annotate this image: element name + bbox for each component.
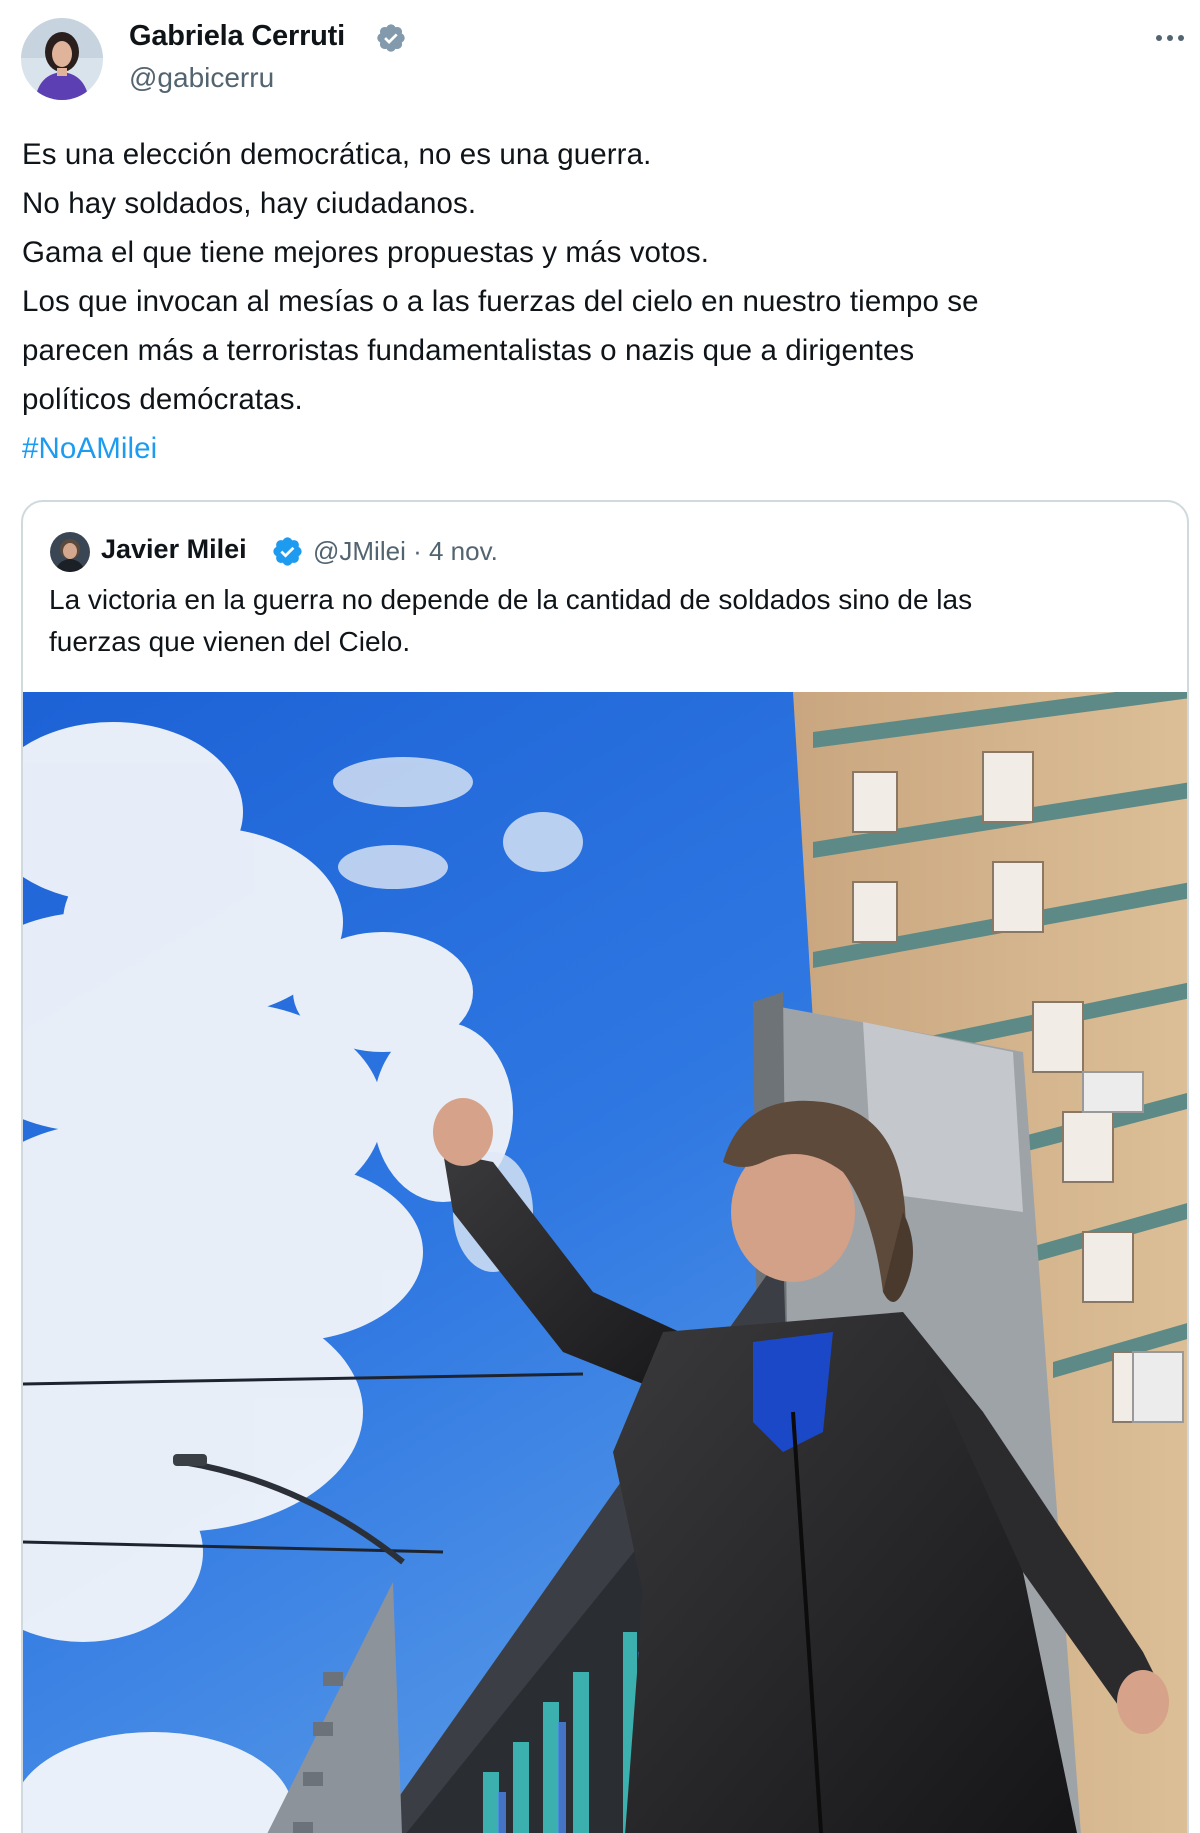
quoted-author-name[interactable]: Javier Milei bbox=[101, 534, 247, 565]
hashtag-link[interactable]: #NoAMilei bbox=[22, 424, 1187, 473]
tweet-line: Los que invocan al mesías o a las fuerza… bbox=[22, 285, 979, 318]
tweet-line: Es una elección democrática, no es una g… bbox=[22, 138, 652, 171]
quoted-line: fuerzas que vienen del Cielo. bbox=[49, 626, 411, 657]
verified-badge-icon bbox=[377, 24, 405, 52]
quoted-author-avatar[interactable] bbox=[50, 532, 90, 572]
meta-separator: · bbox=[413, 536, 422, 566]
quoted-author-handle[interactable]: @JMilei bbox=[313, 536, 406, 566]
quoted-line: La victoria en la guerra no depende de l… bbox=[49, 584, 973, 615]
quoted-media-image[interactable] bbox=[23, 692, 1187, 1833]
tweet-text: Es una elección democrática, no es una g… bbox=[22, 130, 1187, 473]
tweet-line: políticos demócratas. bbox=[22, 383, 303, 416]
author-name[interactable]: Gabriela Cerruti bbox=[129, 20, 345, 53]
tweet-line: parecen más a terroristas fundamentalist… bbox=[22, 334, 915, 367]
author-handle[interactable]: @gabicerru bbox=[129, 62, 274, 94]
more-options-icon[interactable] bbox=[1150, 22, 1190, 54]
quoted-date[interactable]: 4 nov. bbox=[429, 536, 498, 566]
quoted-author-meta: @JMilei · 4 nov. bbox=[313, 536, 498, 567]
tweet-line: Gama el que tiene mejores propuestas y m… bbox=[22, 236, 710, 269]
tweet-line: No hay soldados, hay ciudadanos. bbox=[22, 187, 477, 220]
quoted-verified-badge-icon bbox=[273, 537, 302, 566]
quoted-tweet[interactable]: Javier Milei @JMilei · 4 nov. La victori… bbox=[21, 500, 1189, 1833]
author-avatar[interactable] bbox=[21, 18, 103, 100]
tweet: Gabriela Cerruti @gabicerru Es una elecc… bbox=[0, 0, 1200, 1833]
quoted-text: La victoria en la guerra no depende de l… bbox=[49, 579, 1169, 663]
